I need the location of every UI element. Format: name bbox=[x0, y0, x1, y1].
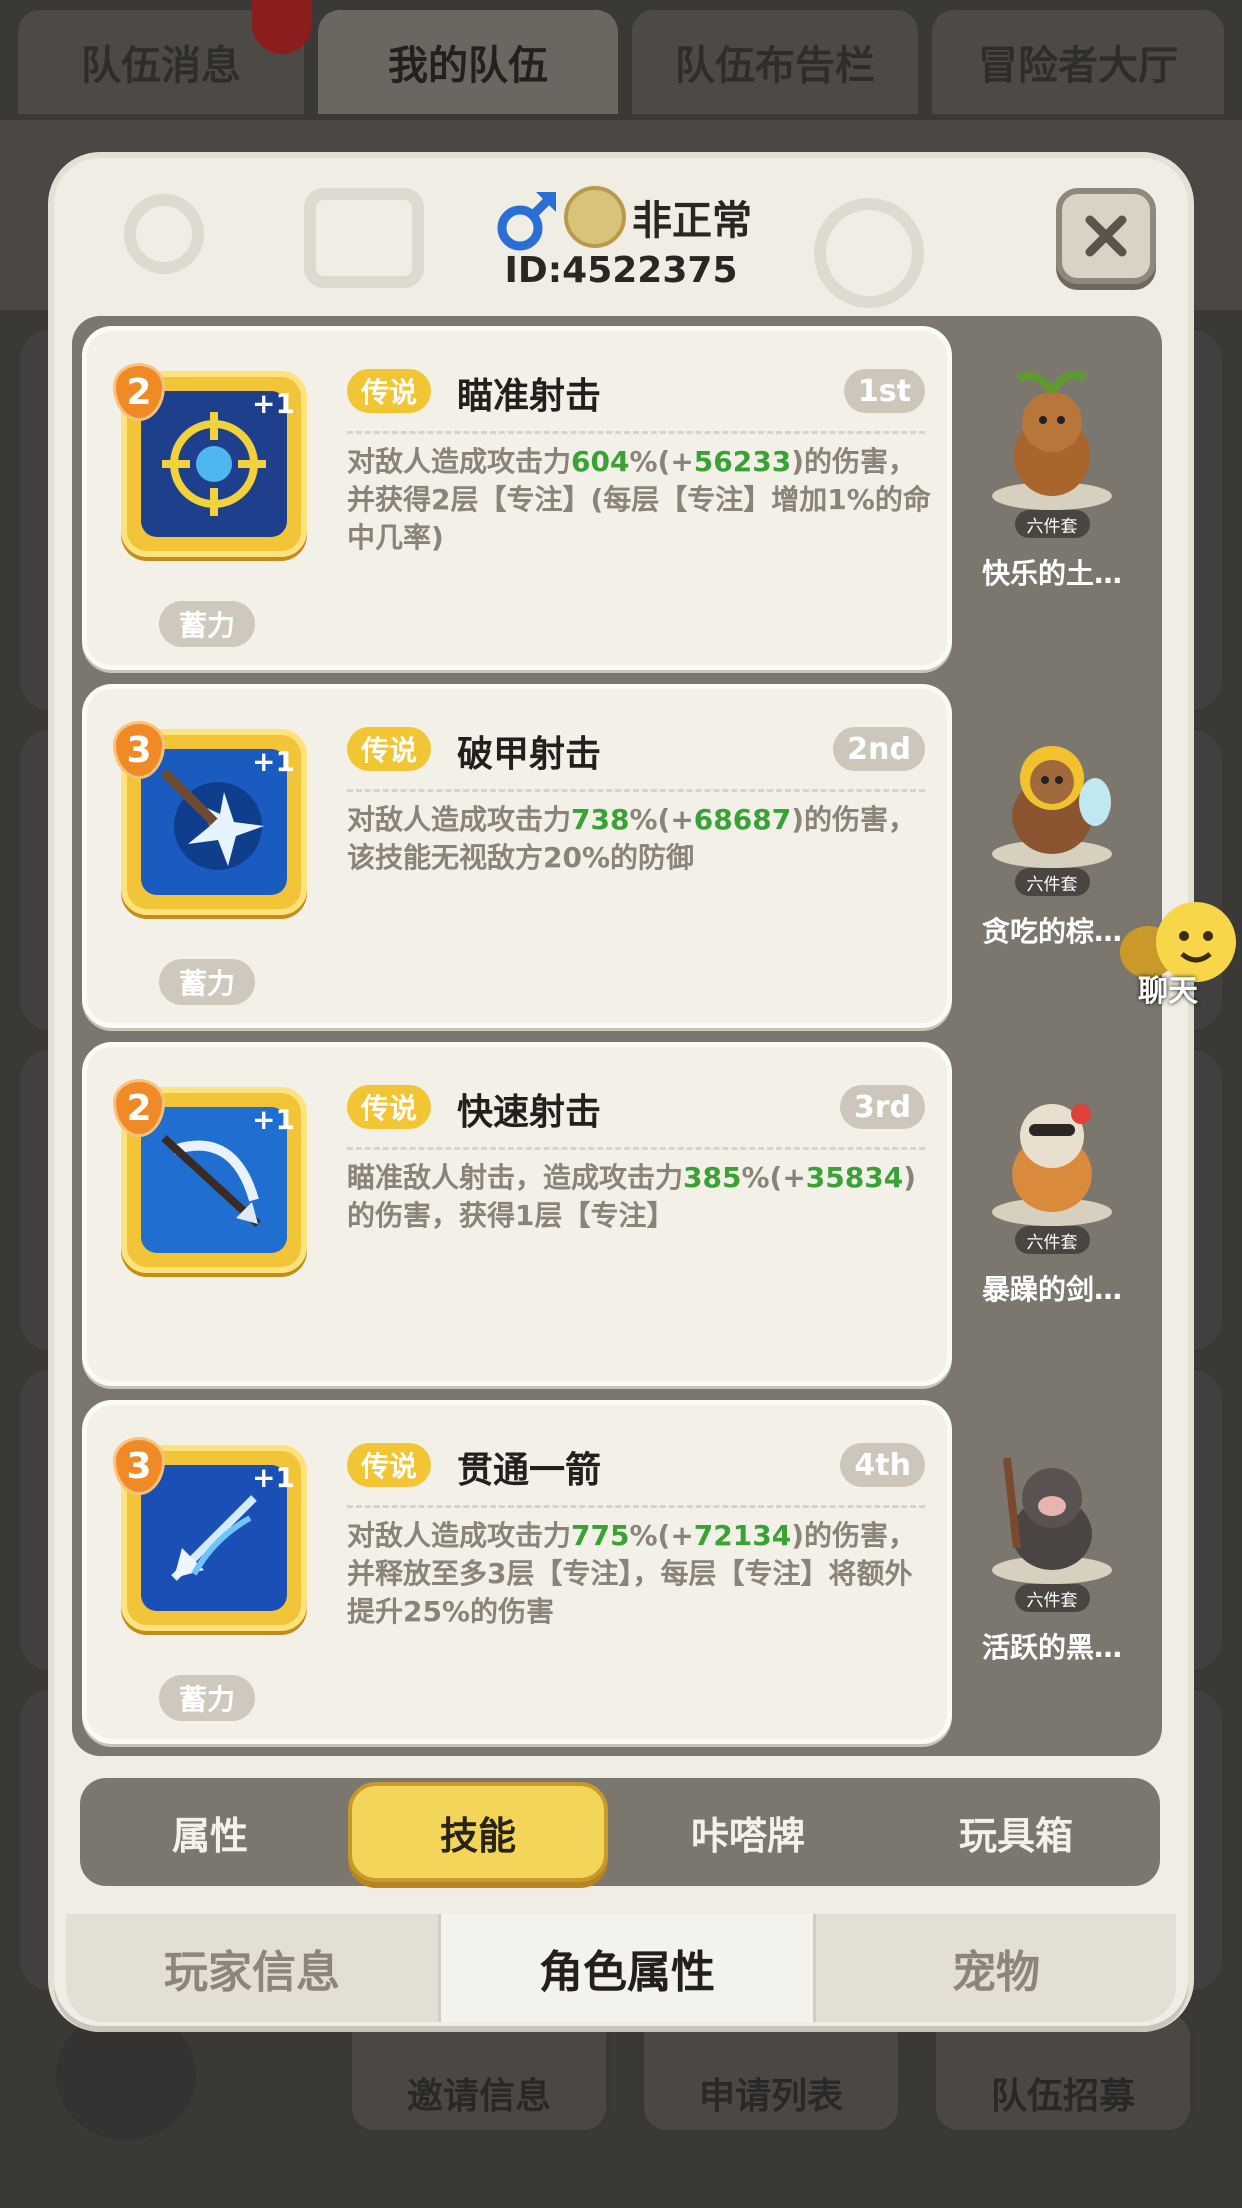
tab-character-attributes[interactable]: 角色属性 bbox=[438, 1914, 816, 2022]
skill-description: 对敌人造成攻击力604%(+56233)的伤害，并获得2层【专注】(每层【专注】… bbox=[347, 445, 931, 554]
skill-icon-frame: 2 +1 bbox=[113, 363, 307, 557]
charge-tag: 蓄力 bbox=[159, 1675, 255, 1721]
close-button[interactable] bbox=[1056, 188, 1156, 284]
skill-name: 破甲射击 bbox=[457, 734, 602, 775]
background-top-tabs: 队伍消息 我的队伍 队伍布告栏 冒险者大厅 bbox=[0, 0, 1242, 120]
pet-figure-icon bbox=[992, 746, 1112, 868]
pet-name: 贪吃的棕… bbox=[981, 915, 1122, 948]
male-icon bbox=[497, 192, 556, 251]
divider bbox=[347, 1505, 925, 1508]
background-avatar bbox=[56, 2010, 196, 2140]
rank-badge: 1st bbox=[843, 369, 925, 413]
skill-name: 快速射击 bbox=[457, 1092, 602, 1133]
pet-name: 活跃的黑… bbox=[981, 1631, 1122, 1664]
pet-figure-icon bbox=[992, 1104, 1112, 1226]
tab-attributes[interactable]: 属性 bbox=[80, 1782, 340, 1882]
pet-set-tag: 六件套 bbox=[1014, 510, 1090, 538]
top-tab-my-team[interactable]: 我的队伍 bbox=[318, 10, 618, 114]
modal-header: 非正常 ID:4522375 bbox=[54, 158, 1188, 328]
top-tab-adventurer-hall[interactable]: 冒险者大厅 bbox=[932, 10, 1224, 114]
skill-card-1[interactable]: 2 +1 蓄力 传说 瞄准射击 1st 对敌人造成攻击力604%(+56233)… bbox=[82, 326, 952, 670]
sub-tab-bar: 属性 技能 咔嗒牌 玩具箱 bbox=[80, 1778, 1160, 1886]
pet-figure-icon bbox=[992, 371, 1112, 510]
pet-set-tag: 六件套 bbox=[1014, 1226, 1090, 1254]
pet-set-tag: 六件套 bbox=[1014, 868, 1090, 896]
pet-slot-1[interactable]: 六件套 快乐的土… bbox=[952, 334, 1152, 664]
skill-card-4[interactable]: 3 +1 蓄力 传说 贯通一箭 4th 对敌人造成攻击力775%(+72134)… bbox=[82, 1400, 952, 1744]
skill-description: 对敌人造成攻击力738%(+68687)的伤害，该技能无视敌方20%的防御 bbox=[347, 803, 917, 874]
team-recruit-button[interactable]: 队伍招募 bbox=[932, 2010, 1194, 2134]
rank-badge: 3rd bbox=[839, 1085, 925, 1129]
skill-icon-frame: 3 +1 bbox=[113, 1437, 307, 1631]
pet-name: 快乐的土… bbox=[981, 557, 1122, 590]
player-detail-modal: 非正常 ID:4522375 2 +1 蓄力 传说 瞄准射击 1st 对敌人造成… bbox=[54, 158, 1188, 2026]
tab-toy-box[interactable]: 玩具箱 bbox=[886, 1782, 1146, 1882]
tab-pets[interactable]: 宠物 bbox=[816, 1914, 1176, 2022]
top-tab-team-board[interactable]: 队伍布告栏 bbox=[632, 10, 918, 114]
player-id: ID:4522375 bbox=[504, 250, 738, 291]
rarity-badge: 传说 bbox=[347, 369, 432, 413]
tab-kada-cards[interactable]: 咔嗒牌 bbox=[618, 1782, 878, 1882]
divider bbox=[347, 1147, 925, 1150]
skill-plus-level: +1 bbox=[252, 1461, 295, 1494]
pet-set-tag: 六件套 bbox=[1014, 1584, 1090, 1612]
skill-card-3[interactable]: 2 +1 传说 快速射击 3rd 瞄准敌人射击，造成攻击力385%(+35834… bbox=[82, 1042, 952, 1386]
apply-list-button[interactable]: 申请列表 bbox=[640, 2010, 902, 2134]
pet-name: 暴躁的剑… bbox=[981, 1273, 1122, 1306]
skill-icon-frame: 3 +1 bbox=[113, 721, 307, 915]
avatar bbox=[564, 186, 626, 248]
rank-badge: 2nd bbox=[833, 727, 925, 771]
main-tab-bar: 玩家信息 角色属性 宠物 bbox=[66, 1914, 1176, 2022]
skill-plus-level: +1 bbox=[252, 387, 295, 420]
rank-badge: 4th bbox=[840, 1443, 925, 1487]
divider bbox=[347, 789, 925, 792]
pet-slot-3[interactable]: 六件套 暴躁的剑… bbox=[952, 1050, 1152, 1380]
tab-skills[interactable]: 技能 bbox=[348, 1782, 608, 1882]
rarity-badge: 传说 bbox=[347, 727, 432, 771]
close-icon bbox=[1085, 215, 1127, 257]
skill-name: 瞄准射击 bbox=[457, 376, 602, 417]
divider bbox=[347, 431, 925, 434]
tab-player-info[interactable]: 玩家信息 bbox=[66, 1914, 438, 2022]
rarity-badge: 传说 bbox=[347, 1085, 432, 1129]
skill-card-2[interactable]: 3 +1 蓄力 传说 破甲射击 2nd 对敌人造成攻击力738%(+68687)… bbox=[82, 684, 952, 1028]
skill-icon-frame: 2 +1 bbox=[113, 1079, 307, 1273]
charge-tag: 蓄力 bbox=[159, 601, 255, 647]
skill-description: 对敌人造成攻击力775%(+72134)的伤害，并释放至多3层【专注】，每层【专… bbox=[347, 1519, 917, 1628]
invite-info-button[interactable]: 邀请信息 bbox=[348, 2010, 610, 2134]
pet-figure-icon bbox=[992, 1457, 1112, 1584]
rarity-badge: 传说 bbox=[347, 1443, 432, 1487]
charge-tag: 蓄力 bbox=[159, 959, 255, 1005]
pet-slot-4[interactable]: 六件套 活跃的黑… bbox=[952, 1408, 1152, 1738]
skill-name: 贯通一箭 bbox=[457, 1450, 602, 1491]
player-name: 非正常 bbox=[632, 198, 752, 244]
skill-description: 瞄准敌人射击，造成攻击力385%(+35834)的伤害，获得1层【专注】 bbox=[347, 1161, 916, 1232]
skill-plus-level: +1 bbox=[252, 745, 295, 778]
skill-plus-level: +1 bbox=[252, 1103, 295, 1136]
skill-list: 2 +1 蓄力 传说 瞄准射击 1st 对敌人造成攻击力604%(+56233)… bbox=[72, 316, 1162, 1756]
chat-label[interactable]: 聊天 bbox=[1138, 966, 1198, 1010]
